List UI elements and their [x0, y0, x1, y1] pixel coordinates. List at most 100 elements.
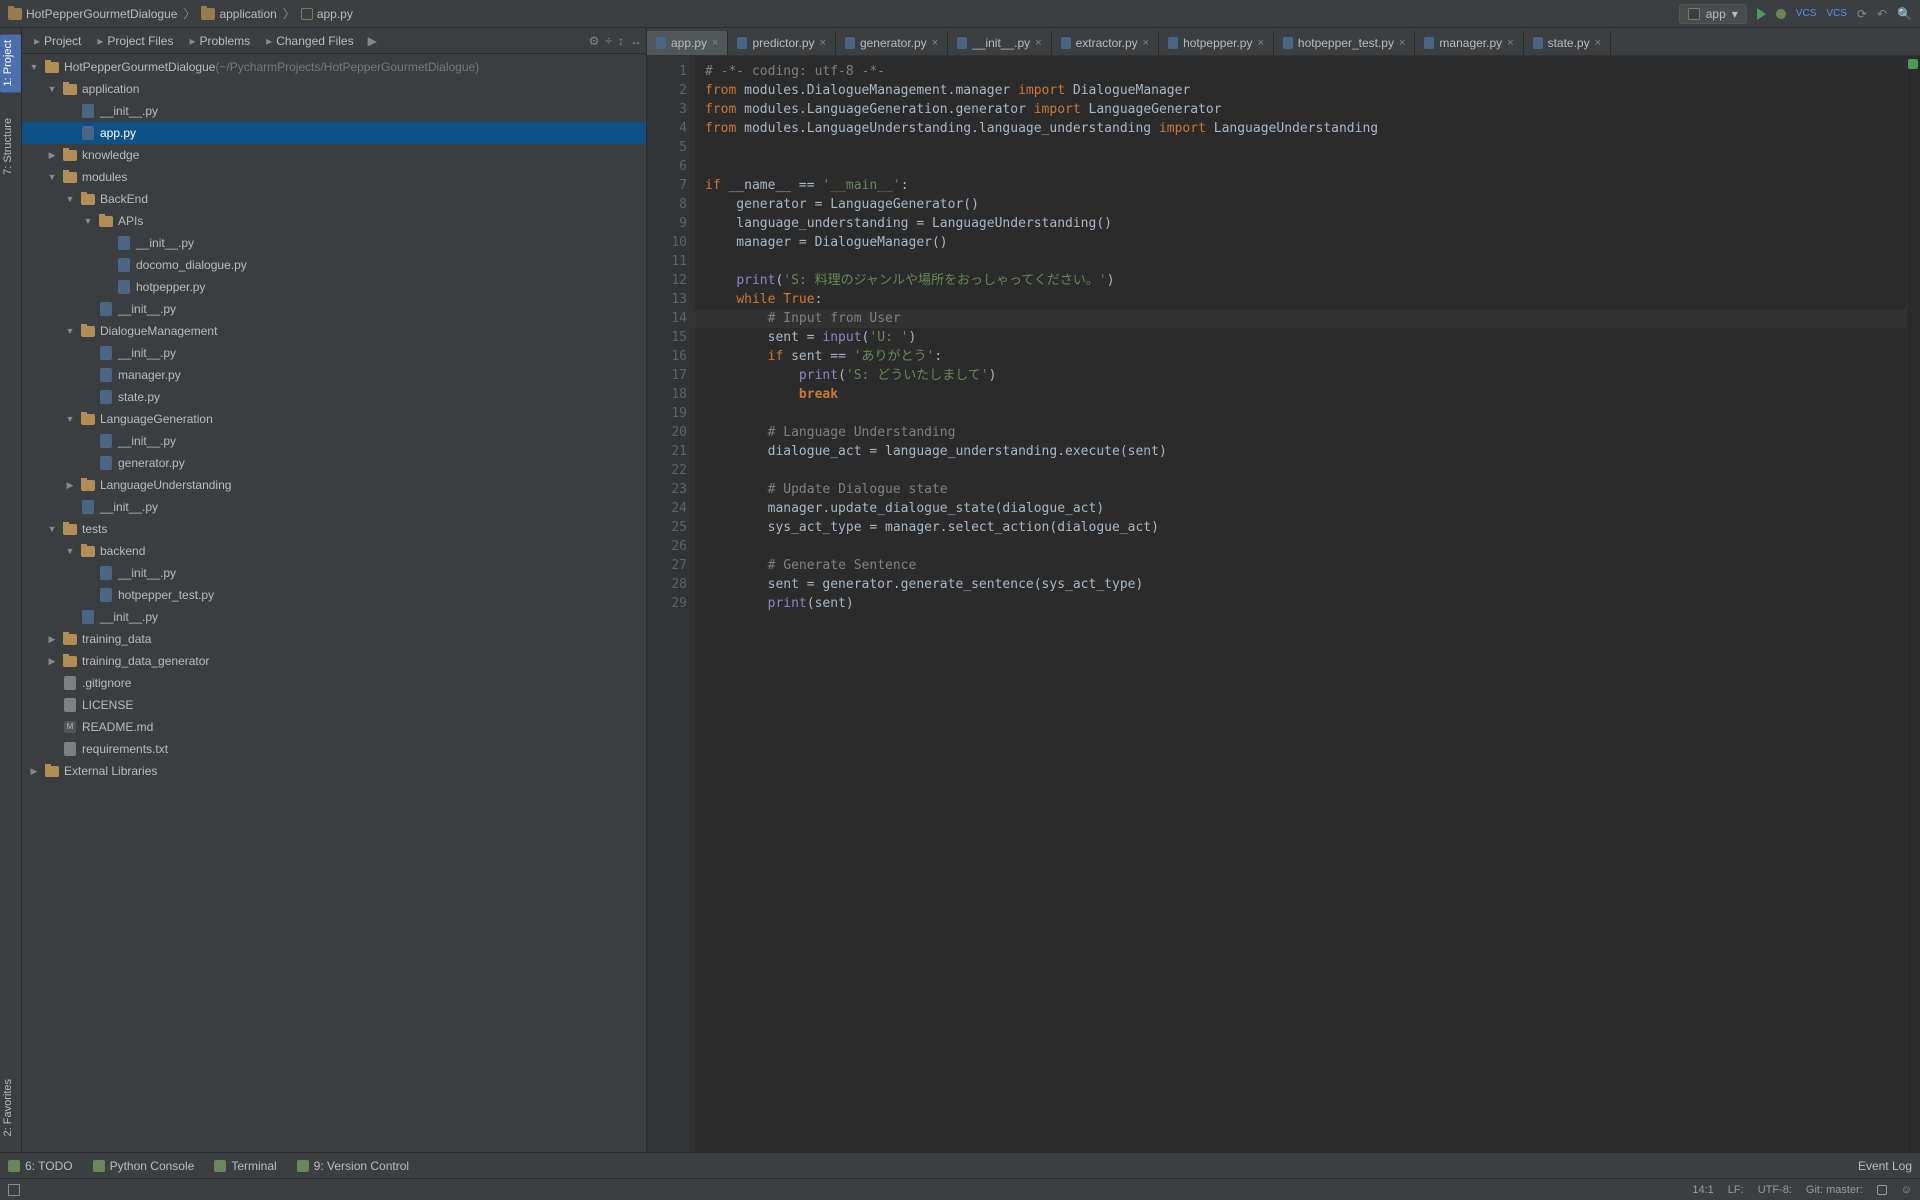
tree-node[interactable]: .gitignore [22, 672, 646, 694]
line-number[interactable]: 27 [647, 556, 687, 575]
code-line[interactable]: sys_act_type = manager.select_action(dia… [705, 518, 1906, 537]
tree-arrow-icon[interactable]: ▼ [46, 84, 58, 94]
tree-arrow-icon[interactable]: ▼ [28, 62, 40, 72]
tree-node[interactable]: ▼DialogueManagement [22, 320, 646, 342]
line-number[interactable]: 13 [647, 290, 687, 309]
tree-node[interactable]: ▶knowledge [22, 144, 646, 166]
panel-tool-icon[interactable]: ↔ [630, 34, 642, 48]
code-line[interactable]: language_understanding = LanguageUnderst… [705, 214, 1906, 233]
tree-node[interactable]: ▼APIs [22, 210, 646, 232]
vcs-update-icon[interactable]: VCS [1796, 8, 1817, 19]
code-line[interactable] [705, 138, 1906, 157]
tree-arrow-icon[interactable]: ▶ [46, 150, 58, 161]
debug-icon[interactable] [1776, 9, 1786, 19]
line-number[interactable]: 23 [647, 480, 687, 499]
tree-node[interactable]: __init__.py [22, 496, 646, 518]
tree-arrow-icon[interactable]: ▼ [64, 546, 76, 556]
panel-tool-icon[interactable]: ⚙ [589, 34, 600, 48]
close-icon[interactable]: × [1595, 37, 1601, 49]
tree-arrow-icon[interactable]: ▶ [46, 634, 58, 645]
breadcrumb-item[interactable]: HotPepperGourmetDialogue [8, 7, 177, 21]
line-number[interactable]: 12 [647, 271, 687, 290]
code-line[interactable]: break [705, 385, 1906, 404]
code-line[interactable]: # Update Dialogue state [705, 480, 1906, 499]
code-line[interactable]: from modules.DialogueManagement.manager … [705, 81, 1906, 100]
line-separator[interactable]: LF: [1728, 1184, 1744, 1196]
tree-node[interactable]: hotpepper.py [22, 276, 646, 298]
hector-icon[interactable]: ☺ [1901, 1184, 1912, 1196]
line-number[interactable]: 15 [647, 328, 687, 347]
code-line[interactable]: if __name__ == '__main__': [705, 176, 1906, 195]
code-line[interactable] [705, 537, 1906, 556]
line-number[interactable]: 5 [647, 138, 687, 157]
tree-node[interactable]: MREADME.md [22, 716, 646, 738]
bottom-tool-tab[interactable]: 6: TODO [8, 1159, 73, 1173]
tree-node[interactable]: ▼HotPepperGourmetDialogue (~/PycharmProj… [22, 56, 646, 78]
breadcrumb-item[interactable]: application [201, 7, 276, 21]
editor-tab[interactable]: predictor.py× [728, 31, 835, 55]
line-number[interactable]: 4 [647, 119, 687, 138]
code-line[interactable]: dialogue_act = language_understanding.ex… [705, 442, 1906, 461]
tree-node[interactable]: __init__.py [22, 342, 646, 364]
git-branch[interactable]: Git: master: [1806, 1184, 1863, 1196]
editor-tab[interactable]: extractor.py× [1052, 31, 1159, 55]
close-icon[interactable]: × [820, 37, 826, 49]
reload-icon[interactable]: ⟳ [1857, 7, 1867, 21]
tree-node[interactable]: ▶training_data [22, 628, 646, 650]
tree-node[interactable]: state.py [22, 386, 646, 408]
tree-arrow-icon[interactable]: ▼ [82, 216, 94, 226]
tree-node[interactable]: __init__.py [22, 100, 646, 122]
run-config-selector[interactable]: app ▾ [1679, 4, 1747, 24]
line-number[interactable]: 17 [647, 366, 687, 385]
code-line[interactable]: # -*- coding: utf-8 -*- [705, 62, 1906, 81]
line-number[interactable]: 16 [647, 347, 687, 366]
close-icon[interactable]: × [1035, 37, 1041, 49]
search-icon[interactable]: 🔍 [1897, 7, 1912, 21]
tree-node[interactable]: ▼modules [22, 166, 646, 188]
line-number[interactable]: 21 [647, 442, 687, 461]
tree-arrow-icon[interactable]: ▼ [64, 194, 76, 204]
status-square-icon[interactable] [8, 1184, 20, 1196]
tree-node[interactable]: ▼tests [22, 518, 646, 540]
code-line[interactable]: from modules.LanguageGeneration.generato… [705, 100, 1906, 119]
line-number[interactable]: 3 [647, 100, 687, 119]
code-view[interactable]: # -*- coding: utf-8 -*-from modules.Dial… [695, 56, 1906, 1152]
code-line[interactable]: # Language Understanding [705, 423, 1906, 442]
code-line[interactable]: sent = generator.generate_sentence(sys_a… [705, 575, 1906, 594]
encoding[interactable]: UTF-8: [1758, 1184, 1792, 1196]
tree-node[interactable]: LICENSE [22, 694, 646, 716]
line-number[interactable]: 19 [647, 404, 687, 423]
tree-arrow-icon[interactable]: ▼ [46, 524, 58, 534]
line-number[interactable]: 18 [647, 385, 687, 404]
close-icon[interactable]: × [1143, 37, 1149, 49]
editor-tab[interactable]: app.py× [647, 31, 728, 55]
tree-node[interactable]: requirements.txt [22, 738, 646, 760]
tree-node[interactable]: app.py [22, 122, 646, 144]
bottom-tool-tab[interactable]: Python Console [93, 1159, 195, 1173]
tree-node[interactable]: ▼BackEnd [22, 188, 646, 210]
close-icon[interactable]: × [1257, 37, 1263, 49]
line-number[interactable]: 2 [647, 81, 687, 100]
line-number[interactable]: 7 [647, 176, 687, 195]
line-number[interactable]: 28 [647, 575, 687, 594]
tree-node[interactable]: ▼LanguageGeneration [22, 408, 646, 430]
panel-tool-icon[interactable]: ↕ [618, 34, 624, 48]
tree-node[interactable]: __init__.py [22, 430, 646, 452]
tree-node[interactable]: __init__.py [22, 232, 646, 254]
line-number[interactable]: 11 [647, 252, 687, 271]
code-line[interactable] [705, 252, 1906, 271]
editor-tab[interactable]: hotpepper_test.py× [1274, 31, 1416, 55]
tree-arrow-icon[interactable]: ▼ [46, 172, 58, 182]
tree-node[interactable]: __init__.py [22, 606, 646, 628]
lock-icon[interactable] [1877, 1185, 1887, 1195]
tree-node[interactable]: ▶LanguageUnderstanding [22, 474, 646, 496]
editor-tab[interactable]: hotpepper.py× [1159, 31, 1274, 55]
close-icon[interactable]: × [1399, 37, 1405, 49]
code-line[interactable]: if sent == 'ありがとう': [705, 347, 1906, 366]
line-number[interactable]: 20 [647, 423, 687, 442]
project-view-tab[interactable]: ▸Project [26, 31, 89, 51]
tree-node[interactable]: ▼backend [22, 540, 646, 562]
panel-tool-icon[interactable]: ÷ [605, 34, 612, 48]
close-icon[interactable]: × [932, 37, 938, 49]
tree-arrow-icon[interactable]: ▶ [28, 766, 40, 777]
